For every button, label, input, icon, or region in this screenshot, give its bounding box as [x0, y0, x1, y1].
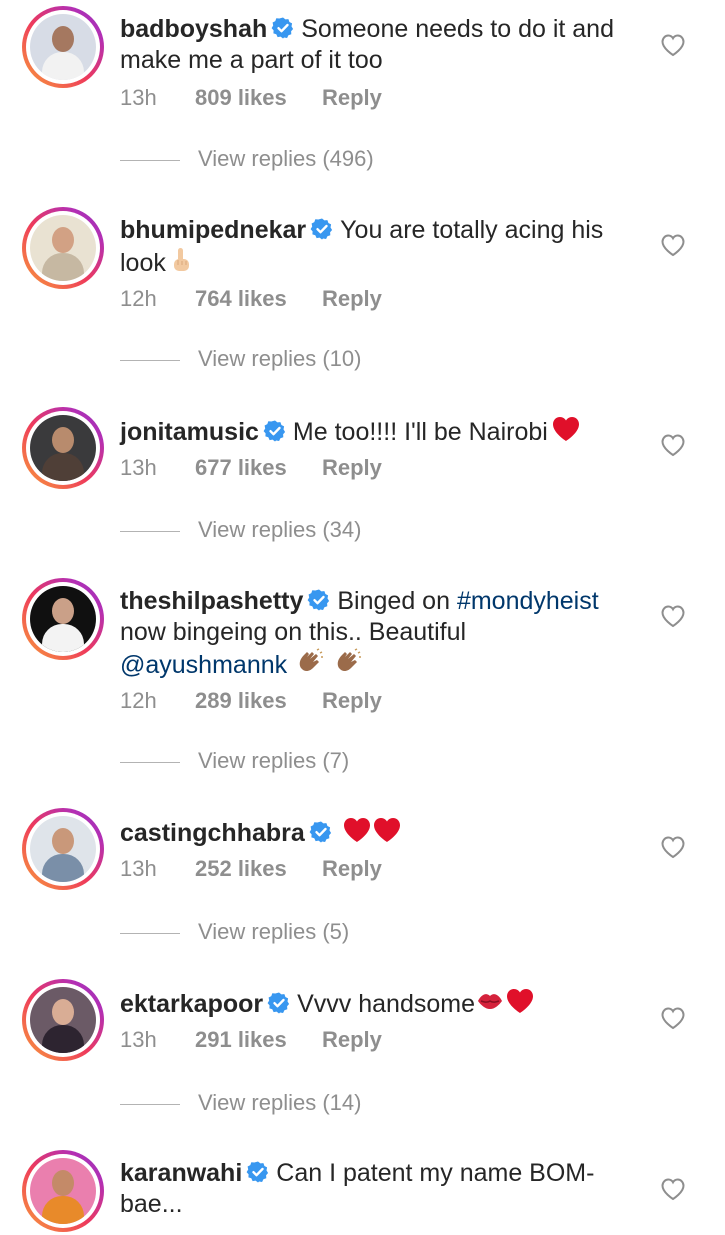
avatar-photo [30, 816, 96, 882]
comment-time: 13h [120, 455, 157, 480]
like-heart-icon[interactable] [660, 604, 686, 628]
avatar-photo [30, 415, 96, 481]
hashtag-link[interactable]: #mondyheist [457, 587, 599, 615]
reply-button[interactable]: Reply [322, 688, 382, 714]
avatar-photo [30, 215, 96, 281]
comment-text-start: Binged on [337, 587, 450, 615]
comment-username[interactable]: badboyshah [120, 15, 267, 43]
clapping-hands-emoji-icon [333, 648, 363, 676]
avatar-photo [30, 1158, 96, 1224]
replies-divider [120, 933, 180, 934]
red-heart-emoji-icon [505, 987, 535, 1015]
comment-time: 13h [120, 85, 157, 110]
comment-username[interactable]: ektarkapoor [120, 990, 263, 1018]
comment-username[interactable]: karanwahi [120, 1159, 242, 1187]
avatar[interactable] [22, 808, 104, 890]
comment-likes[interactable]: 289 likes [195, 688, 287, 714]
avatar[interactable] [22, 1150, 104, 1232]
like-heart-icon[interactable] [660, 233, 686, 257]
reply-button[interactable]: Reply [322, 286, 382, 312]
replies-divider [120, 762, 180, 763]
red-heart-emoji-icon [551, 415, 581, 443]
like-heart-icon[interactable] [660, 1006, 686, 1030]
comment-likes[interactable]: 252 likes [195, 856, 287, 882]
view-replies-label[interactable]: View replies (7) [198, 748, 349, 774]
comment-text-block: theshilpashetty Binged on #mondyheist now … [120, 586, 640, 681]
red-heart-emoji-icon [372, 816, 402, 844]
comment-text-block: jonitamusic Me too!!!! I'll be Nairobi [120, 415, 640, 448]
comment-username[interactable]: bhumipednekar [120, 216, 306, 244]
comment-username[interactable]: jonitamusic [120, 418, 259, 446]
verified-badge-icon [307, 588, 331, 612]
view-replies-label[interactable]: View replies (14) [198, 1090, 361, 1116]
comment-text-block: badboyshah Someone needs to do it and mak… [120, 14, 640, 76]
mention-link[interactable]: @ayushmannk [120, 651, 287, 679]
comment-likes[interactable]: 809 likes [195, 85, 287, 111]
verified-badge-icon [267, 991, 291, 1015]
comment-time: 12h [120, 286, 157, 311]
avatar-photo [30, 987, 96, 1053]
view-replies-label[interactable]: View replies (5) [198, 919, 349, 945]
replies-divider [120, 531, 180, 532]
view-replies-label[interactable]: View replies (496) [198, 146, 374, 172]
replies-divider [120, 160, 180, 161]
pointing-up-emoji-icon [169, 246, 193, 274]
avatar[interactable] [22, 407, 104, 489]
comment-likes[interactable]: 291 likes [195, 1027, 287, 1053]
like-heart-icon[interactable] [660, 1177, 686, 1201]
replies-divider [120, 1104, 180, 1105]
comment-text-block: castingchhabra [120, 816, 640, 849]
comment-time: 13h [120, 1027, 157, 1052]
reply-button[interactable]: Reply [322, 85, 382, 111]
red-heart-emoji-icon [342, 816, 372, 844]
reply-button[interactable]: Reply [322, 1027, 382, 1053]
avatar-photo [30, 14, 96, 80]
avatar[interactable] [22, 6, 104, 88]
comment-text-block: karanwahi Can I patent my name BOM-bae... [120, 1158, 640, 1220]
comment-text: Me too!!!! I'll be Nairobi [292, 418, 548, 446]
avatar[interactable] [22, 979, 104, 1061]
avatar-photo [30, 586, 96, 652]
verified-badge-icon [310, 217, 334, 241]
avatar[interactable] [22, 578, 104, 660]
comment-likes[interactable]: 677 likes [195, 455, 287, 481]
comment-username[interactable]: theshilpashetty [120, 587, 303, 615]
replies-divider [120, 360, 180, 361]
like-heart-icon[interactable] [660, 33, 686, 57]
clapping-hands-emoji-icon [295, 648, 325, 676]
comment-username[interactable]: castingchhabra [120, 819, 305, 847]
like-heart-icon[interactable] [660, 835, 686, 859]
verified-badge-icon [246, 1160, 270, 1184]
avatar[interactable] [22, 207, 104, 289]
view-replies-label[interactable]: View replies (10) [198, 346, 361, 372]
comment-time: 12h [120, 688, 157, 713]
verified-badge-icon [263, 419, 287, 443]
comment-text-block: bhumipednekar You are totally acing his l… [120, 215, 640, 279]
like-heart-icon[interactable] [660, 433, 686, 457]
kiss-mark-emoji-icon [475, 987, 505, 1015]
verified-badge-icon [271, 16, 295, 40]
comment-text-middle: now bingeing on this.. Beautiful [120, 618, 467, 646]
comment-time: 13h [120, 856, 157, 881]
reply-button[interactable]: Reply [322, 856, 382, 882]
comment-text: Vvvv handsome [297, 990, 475, 1018]
view-replies-label[interactable]: View replies (34) [198, 517, 361, 543]
comment-text-block: ektarkapoor Vvvv handsome [120, 987, 640, 1020]
verified-badge-icon [309, 820, 333, 844]
comment-likes[interactable]: 764 likes [195, 286, 287, 312]
reply-button[interactable]: Reply [322, 455, 382, 481]
